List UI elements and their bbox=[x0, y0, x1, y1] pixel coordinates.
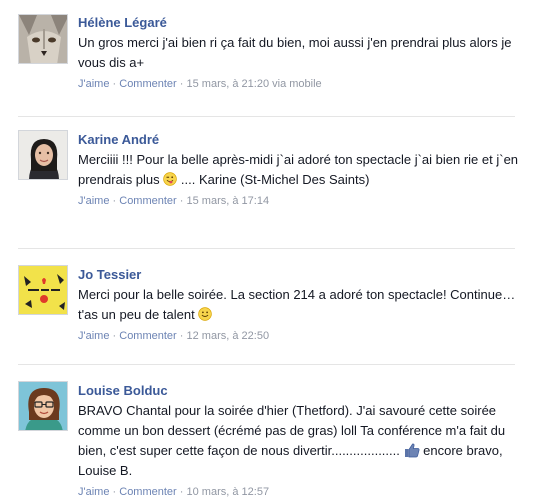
divider bbox=[18, 364, 515, 365]
reply-link[interactable]: Commenter bbox=[119, 195, 176, 207]
comment-text: Merci pour la belle soirée. La section 2… bbox=[78, 285, 521, 325]
separator: · bbox=[179, 486, 187, 498]
comment-meta: J'aime · Commenter · 10 mars, à 12:57 bbox=[78, 484, 521, 500]
timestamp[interactable]: 12 mars, à 22:50 bbox=[187, 330, 270, 342]
smile-icon bbox=[198, 307, 213, 321]
like-link[interactable]: J'aime bbox=[78, 330, 109, 342]
timestamp[interactable]: 15 mars, à 17:14 bbox=[187, 195, 270, 207]
woman-photo bbox=[19, 131, 67, 179]
author-link[interactable]: Louise Bolduc bbox=[78, 382, 521, 400]
wink-tongue-icon bbox=[163, 172, 178, 186]
comment-text: Merciiii !!! Pour la belle après-midi j`… bbox=[78, 150, 521, 190]
via-label: via mobile bbox=[272, 78, 322, 90]
comment-text: Un gros merci j'ai bien ri ça fait du bi… bbox=[78, 35, 512, 70]
separator: · bbox=[179, 330, 187, 342]
avatar[interactable] bbox=[18, 14, 68, 64]
like-link[interactable]: J'aime bbox=[78, 195, 109, 207]
reply-link[interactable]: Commenter bbox=[119, 78, 176, 90]
comment-meta: J'aime · Commenter · 12 mars, à 22:50 bbox=[78, 328, 521, 344]
comment-meta: J'aime · Commenter · 15 mars, à 17:14 bbox=[78, 193, 521, 209]
reply-link[interactable]: Commenter bbox=[119, 330, 176, 342]
author-link[interactable]: Hélène Légaré bbox=[78, 14, 521, 32]
comment-meta: J'aime · Commenter · 15 mars, à 21:20 vi… bbox=[78, 76, 521, 92]
comment-feed: Hélène Légaré Un gros merci j'ai bien ri… bbox=[0, 0, 533, 504]
cartoon-avatar-image bbox=[19, 382, 67, 430]
separator: · bbox=[179, 78, 187, 90]
avatar[interactable] bbox=[18, 381, 68, 431]
like-link[interactable]: J'aime bbox=[78, 78, 109, 90]
avatar[interactable] bbox=[18, 130, 68, 180]
comment-text: BRAVO Chantal pour la soirée d'hier (The… bbox=[78, 401, 521, 481]
divider bbox=[18, 248, 515, 249]
cartoon-poster-image bbox=[19, 266, 67, 314]
timestamp[interactable]: 15 mars, à 21:20 bbox=[187, 78, 270, 90]
reply-link[interactable]: Commenter bbox=[119, 486, 176, 498]
separator: · bbox=[179, 195, 187, 207]
thumbs-up-icon bbox=[404, 443, 419, 458]
avatar[interactable] bbox=[18, 265, 68, 315]
wolf-photo bbox=[19, 15, 67, 63]
timestamp[interactable]: 10 mars, à 12:57 bbox=[187, 486, 270, 498]
author-link[interactable]: Jo Tessier bbox=[78, 266, 521, 284]
like-link[interactable]: J'aime bbox=[78, 486, 109, 498]
comment-text-part: .... Karine (St-Michel Des Saints) bbox=[180, 172, 370, 187]
comment-text-part: Merci pour la belle soirée. La section 2… bbox=[78, 287, 516, 322]
divider bbox=[18, 116, 515, 117]
author-link[interactable]: Karine André bbox=[78, 131, 521, 149]
